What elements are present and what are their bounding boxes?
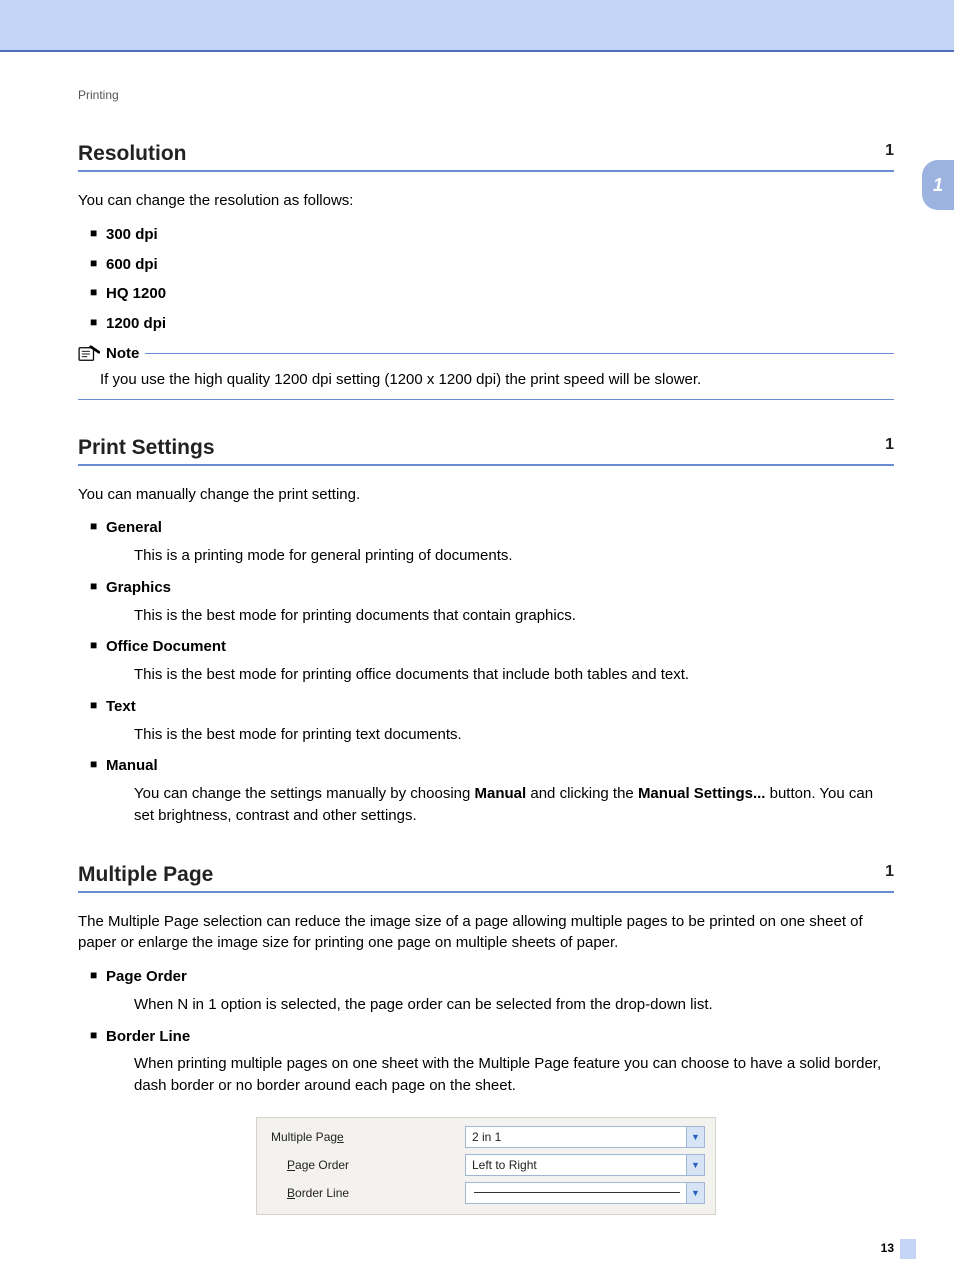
section-resolution: Resolution 1 You can change the resoluti…: [78, 142, 894, 400]
dialog-row: Page Order Left to Right ▼: [267, 1154, 705, 1176]
desc-bold: Manual Settings...: [638, 785, 766, 802]
page-number: 13: [881, 1241, 894, 1255]
list-item-desc: This is the best mode for printing offic…: [134, 664, 894, 686]
dialog-row: Multiple Page 2 in 1 ▼: [267, 1126, 705, 1148]
dialog-select-page-order[interactable]: Left to Right ▼: [465, 1154, 705, 1176]
title-text: Multiple Page: [78, 863, 213, 886]
desc-part: You can change the settings manually by …: [134, 785, 475, 802]
page-content: Printing Resolution 1 You can change the…: [0, 52, 954, 1273]
section-anchor-mark: 1: [885, 863, 894, 881]
chevron-down-icon[interactable]: ▼: [686, 1183, 704, 1203]
section-multiple-page: Multiple Page 1 The Multiple Page select…: [78, 863, 894, 1215]
label-accel: P: [287, 1158, 295, 1172]
chevron-down-icon[interactable]: ▼: [686, 1127, 704, 1147]
multiple-page-list: Page Order When N in 1 option is selecte…: [78, 966, 894, 1097]
select-value: 2 in 1: [472, 1130, 501, 1144]
list-item: 1200 dpi: [106, 315, 166, 332]
list-item-label: Page Order: [106, 968, 187, 985]
section-print-settings: Print Settings 1 You can manually change…: [78, 436, 894, 827]
label-part: order Line: [295, 1186, 349, 1200]
resolution-intro: You can change the resolution as follows…: [78, 190, 894, 212]
resolution-list: 300 dpi 600 dpi HQ 1200 1200 dpi: [78, 224, 894, 335]
label-part: Multiple Pag: [271, 1130, 337, 1144]
multiple-page-intro: The Multiple Page selection can reduce t…: [78, 911, 894, 955]
list-item-desc: When N in 1 option is selected, the page…: [134, 994, 894, 1016]
list-item-desc: This is the best mode for printing text …: [134, 724, 894, 746]
section-anchor-mark: 1: [885, 142, 894, 160]
section-title-print-settings: Print Settings 1: [78, 436, 894, 466]
list-item-desc: You can change the settings manually by …: [134, 783, 894, 827]
list-item-label: Graphics: [106, 579, 171, 596]
section-anchor-mark: 1: [885, 436, 894, 454]
title-text: Resolution: [78, 142, 187, 165]
page-corner-decoration: [900, 1239, 916, 1259]
desc-part: and clicking the: [526, 785, 638, 802]
list-item: HQ 1200: [106, 285, 166, 302]
list-item-label: Border Line: [106, 1028, 190, 1045]
note-body: If you use the high quality 1200 dpi set…: [78, 369, 894, 400]
chevron-down-icon[interactable]: ▼: [686, 1155, 704, 1175]
note-icon: [78, 345, 100, 363]
label-accel: e: [337, 1130, 344, 1144]
dialog-label-page-order: Page Order: [267, 1158, 457, 1172]
print-settings-intro: You can manually change the print settin…: [78, 484, 894, 506]
dialog-select-border-line[interactable]: ▼: [465, 1182, 705, 1204]
list-item: 300 dpi: [106, 226, 158, 243]
note-block: Note If you use the high quality 1200 dp…: [78, 345, 894, 400]
desc-bold: Manual: [475, 785, 527, 802]
dialog-row: Border Line ▼: [267, 1182, 705, 1204]
note-rule: [145, 353, 894, 354]
list-item-label: Manual: [106, 757, 158, 774]
select-value-line: [474, 1192, 680, 1193]
dialog-label-multiple-page: Multiple Page: [267, 1130, 457, 1144]
list-item-label: General: [106, 519, 162, 536]
list-item-desc: This is the best mode for printing docum…: [134, 605, 894, 627]
note-label: Note: [106, 345, 139, 362]
label-part: age Order: [295, 1158, 349, 1172]
dialog-screenshot: Multiple Page 2 in 1 ▼ Page Order Left t…: [256, 1117, 716, 1215]
list-item-desc: When printing multiple pages on one shee…: [134, 1053, 894, 1097]
top-header-band: [0, 0, 954, 52]
label-accel: B: [287, 1186, 295, 1200]
title-text: Print Settings: [78, 436, 215, 459]
select-value: Left to Right: [472, 1158, 537, 1172]
section-title-multiple-page: Multiple Page 1: [78, 863, 894, 893]
list-item-label: Office Document: [106, 638, 226, 655]
list-item-desc: This is a printing mode for general prin…: [134, 545, 894, 567]
list-item: 600 dpi: [106, 256, 158, 273]
breadcrumb: Printing: [78, 88, 894, 102]
dialog-label-border-line: Border Line: [267, 1186, 457, 1200]
section-title-resolution: Resolution 1: [78, 142, 894, 172]
dialog-select-multiple-page[interactable]: 2 in 1 ▼: [465, 1126, 705, 1148]
print-settings-list: General This is a printing mode for gene…: [78, 517, 894, 826]
list-item-label: Text: [106, 698, 136, 715]
